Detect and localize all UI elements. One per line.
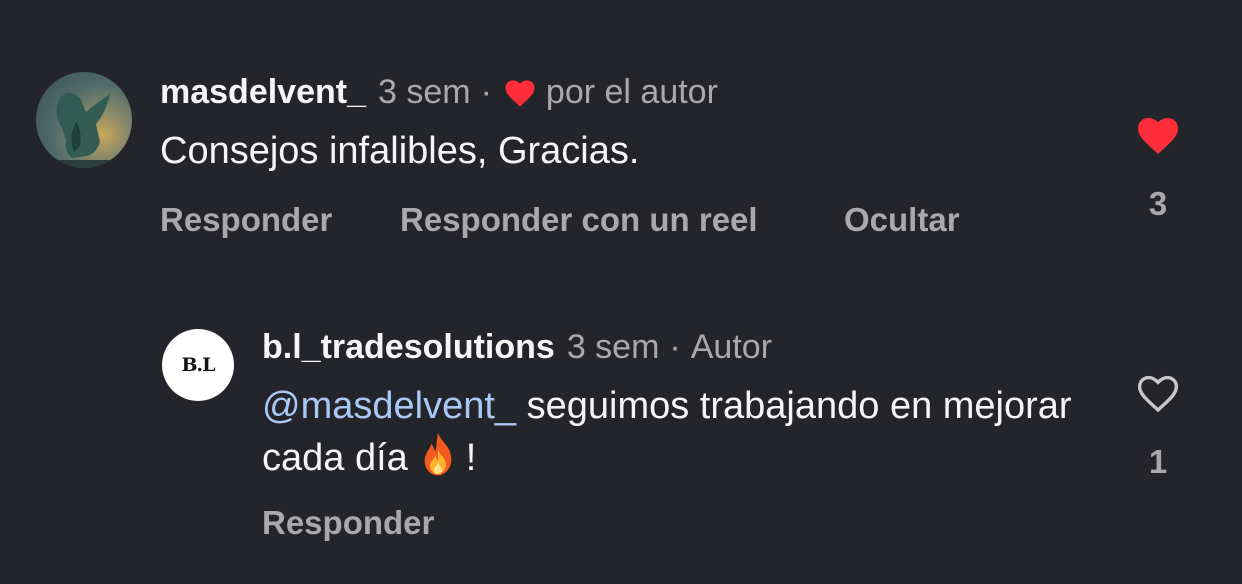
author-badge: Autor [690,328,773,366]
reply-button[interactable]: Responder [262,503,434,543]
comment-time: 3 sem [378,73,471,111]
reply-time: 3 sem [566,328,660,366]
gargoyle-statue-icon [52,92,116,168]
user-avatar[interactable]: B.L [162,329,234,401]
reply-text: @masdelvent_ seguimos trabajando en mejo… [262,382,1082,482]
user-avatar[interactable] [36,72,132,168]
hide-button[interactable]: Ocultar [844,200,960,240]
reply-trailing-text: ! [465,437,477,479]
reply-button[interactable]: Responder [160,200,332,240]
separator-dot: · [669,328,681,366]
comment-header: masdelvent_ 3 sem · por el autor [160,72,718,112]
liked-by-author-label: por el autor [545,73,718,111]
like-column: 3 [1128,112,1188,224]
mention-link[interactable]: @masdelvent_ [262,385,516,427]
like-count: 3 [1148,185,1168,222]
reply-header: b.l_tradesolutions 3 sem · Autor [262,327,772,367]
reply-username[interactable]: b.l_tradesolutions [262,327,555,367]
reply-with-reel-button[interactable]: Responder con un reel [400,200,758,240]
heart-filled-icon[interactable] [1133,112,1183,156]
heart-icon [505,80,535,107]
like-column: 1 [1128,370,1188,482]
like-count: 1 [1148,443,1168,480]
fire-emoji-icon [424,432,452,476]
comment-text: Consejos infalibles, Gracias. [160,130,640,172]
brand-logo: B.L [181,354,215,376]
separator-dot: · [480,73,492,111]
comment-username[interactable]: masdelvent_ [160,72,366,112]
heart-outline-icon[interactable] [1133,370,1183,414]
